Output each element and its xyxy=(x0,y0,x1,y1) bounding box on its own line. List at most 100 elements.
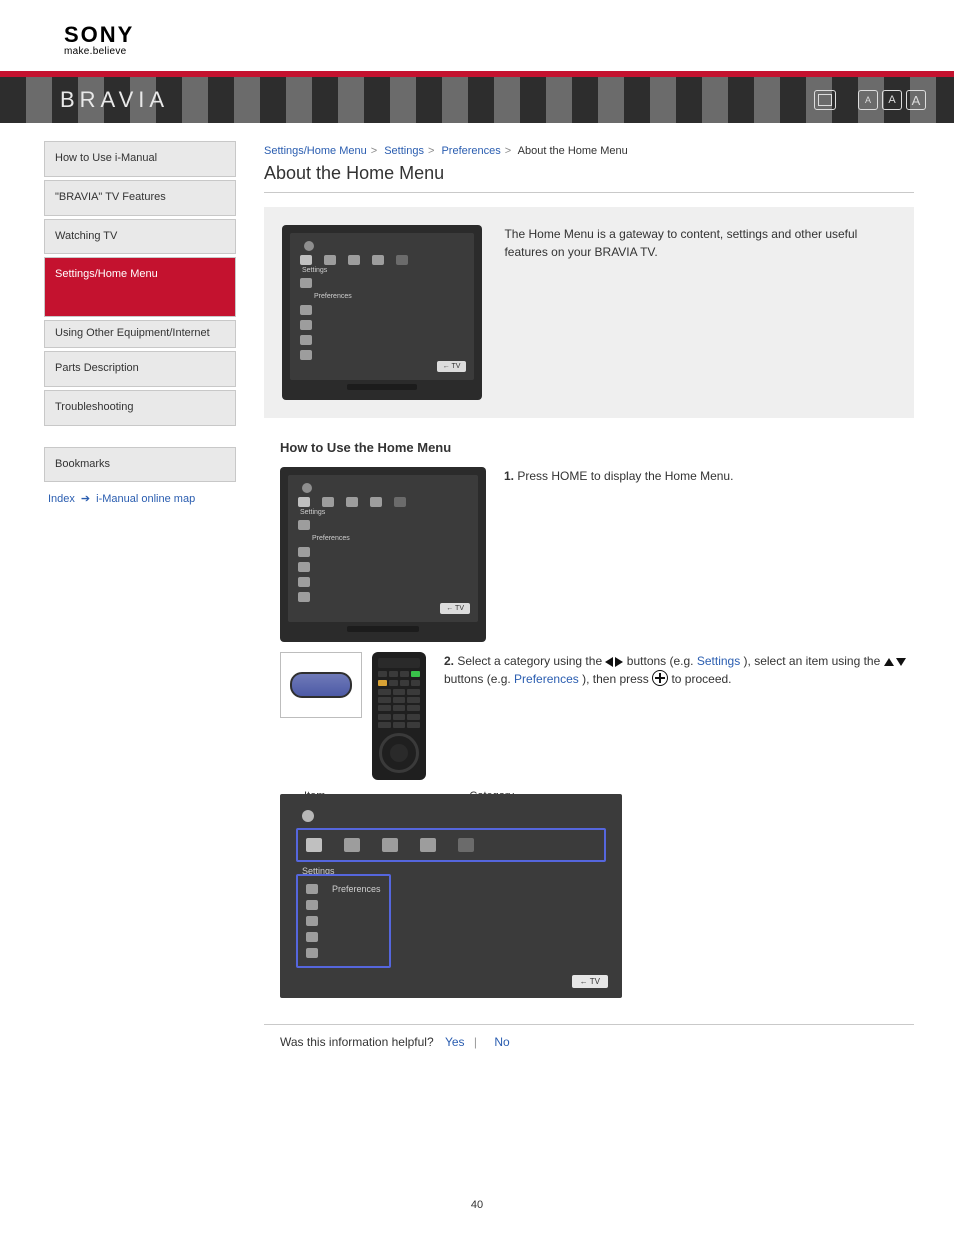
clock-icon xyxy=(302,483,312,493)
camera-icon xyxy=(324,255,336,265)
screen-icon xyxy=(300,335,312,345)
list-icon xyxy=(300,278,312,288)
dpad-left-right-icon xyxy=(605,657,623,667)
remote-row: 2. Select a category using the buttons (… xyxy=(280,652,914,780)
music-icon xyxy=(382,838,398,852)
breadcrumb: Settings/Home Menu> Settings> Preference… xyxy=(264,145,914,157)
font-size-group: A A A xyxy=(858,90,926,110)
toolbox-icon xyxy=(298,497,310,507)
nav-item-troubleshooting[interactable]: Troubleshooting xyxy=(45,391,235,425)
preferences-tiny-label: Preferences xyxy=(312,535,468,542)
step2-text-e: ), then press xyxy=(582,672,652,686)
list-icon xyxy=(298,520,310,530)
sound-icon xyxy=(306,916,318,926)
breadcrumb-a[interactable]: Settings/Home Menu xyxy=(264,145,367,157)
camera-icon xyxy=(322,497,334,507)
clock-icon xyxy=(304,241,314,251)
nav-item-features[interactable]: "BRAVIA" TV Features xyxy=(45,181,235,215)
list-icon xyxy=(306,884,318,894)
intro-block: Settings Preferences ← TV The Home xyxy=(264,207,914,418)
step2-text-f: to proceed. xyxy=(671,672,731,686)
breadcrumb-b[interactable]: Settings xyxy=(384,145,424,157)
print-icon[interactable] xyxy=(814,90,836,110)
screen-icon xyxy=(298,577,310,587)
step2-text-d: buttons (e.g. xyxy=(444,672,514,686)
channel-icon xyxy=(306,948,318,958)
font-size-small-button[interactable]: A xyxy=(858,90,878,110)
preferences-label: Preferences xyxy=(332,884,381,894)
page-number: 40 xyxy=(0,1199,954,1211)
title-banner: BRAVIA A A A xyxy=(0,71,954,123)
step1-text: Press HOME to display the Home Menu. xyxy=(517,469,733,483)
nav-index-target: i-Manual online map xyxy=(96,493,195,505)
home-key-icon xyxy=(290,672,352,698)
tv-icon xyxy=(458,838,474,852)
step2-link-settings[interactable]: Settings xyxy=(697,654,740,668)
picture-icon xyxy=(300,305,312,315)
settings-label: Settings xyxy=(300,509,468,516)
nav-item-settings-home[interactable]: Settings/Home Menu xyxy=(45,258,235,316)
breadcrumb-current: About the Home Menu xyxy=(518,145,628,157)
clock-icon xyxy=(302,810,314,822)
product-name: BRAVIA xyxy=(60,87,169,113)
settings-label: Settings xyxy=(302,267,464,274)
step-1: Settings Preferences ← TV xyxy=(280,467,914,642)
channel-icon xyxy=(298,592,310,602)
video-icon xyxy=(370,497,382,507)
video-icon xyxy=(420,838,436,852)
tv-illustration-intro: Settings Preferences ← TV xyxy=(282,225,482,400)
nav-item-howto[interactable]: How to Use i-Manual xyxy=(45,142,235,176)
picture-icon xyxy=(306,900,318,910)
breadcrumb-c[interactable]: Preferences xyxy=(441,145,500,157)
sound-icon xyxy=(298,562,310,572)
step2-text-a: Select a category using the xyxy=(457,654,605,668)
menu-category-row xyxy=(296,828,606,862)
tv-return-badge: ← TV xyxy=(437,361,467,372)
intro-text: The Home Menu is a gateway to content, s… xyxy=(504,225,896,261)
helpful-no-link[interactable]: No xyxy=(494,1035,509,1049)
menu-closeup: Item Category Settings xyxy=(280,790,914,998)
toolbox-icon xyxy=(300,255,312,265)
helpful-row: Was this information helpful? Yes | No xyxy=(264,1035,914,1049)
toolbox-icon xyxy=(306,838,322,852)
nav-item-other-equipment[interactable]: Using Other Equipment/Internet xyxy=(45,321,235,347)
sound-icon xyxy=(300,320,312,330)
screen-icon xyxy=(306,932,318,942)
arrow-right-icon: ➔ xyxy=(81,492,90,505)
video-icon xyxy=(372,255,384,265)
nav-index-label: Index xyxy=(48,493,75,505)
helpful-question: Was this information helpful? xyxy=(280,1035,434,1049)
tv-return-badge: ← TV xyxy=(440,603,470,614)
dpad-up-down-icon xyxy=(884,658,906,666)
nav-item-parts[interactable]: Parts Description xyxy=(45,352,235,386)
nav-bookmarks[interactable]: Bookmarks xyxy=(45,448,235,482)
picture-icon xyxy=(298,547,310,557)
remote-illustration xyxy=(372,652,426,780)
step2-number: 2. xyxy=(444,654,454,668)
channel-icon xyxy=(300,350,312,360)
tv-icon xyxy=(394,497,406,507)
font-size-medium-button[interactable]: A xyxy=(882,90,902,110)
howto-heading: How to Use the Home Menu xyxy=(280,440,914,455)
tv-illustration-step1: Settings Preferences ← TV xyxy=(280,467,486,642)
menu-return-badge: ← TV xyxy=(572,975,608,988)
brand-logo: SONY xyxy=(64,22,954,48)
helpful-yes-link[interactable]: Yes xyxy=(445,1035,465,1049)
enter-key-icon xyxy=(652,670,668,686)
remote-home-zoom xyxy=(280,652,362,718)
page-title: About the Home Menu xyxy=(264,163,914,184)
menu-item-column: Preferences xyxy=(296,874,391,968)
music-icon xyxy=(346,497,358,507)
nav-index-trail[interactable]: Index ➔ i-Manual online map xyxy=(44,492,236,505)
nav-item-watching[interactable]: Watching TV xyxy=(45,220,235,254)
tv-icon xyxy=(396,255,408,265)
step2-link-preferences[interactable]: Preferences xyxy=(514,672,579,686)
preferences-tiny-label: Preferences xyxy=(314,293,464,300)
font-size-large-button[interactable]: A xyxy=(906,90,926,110)
side-nav: How to Use i-Manual "BRAVIA" TV Features… xyxy=(44,141,236,505)
remote-dpad-icon xyxy=(379,733,419,773)
step2-text-b: buttons (e.g. xyxy=(627,654,697,668)
camera-icon xyxy=(344,838,360,852)
brand-tagline: make.believe xyxy=(64,46,954,57)
step1-number: 1. xyxy=(504,469,514,483)
